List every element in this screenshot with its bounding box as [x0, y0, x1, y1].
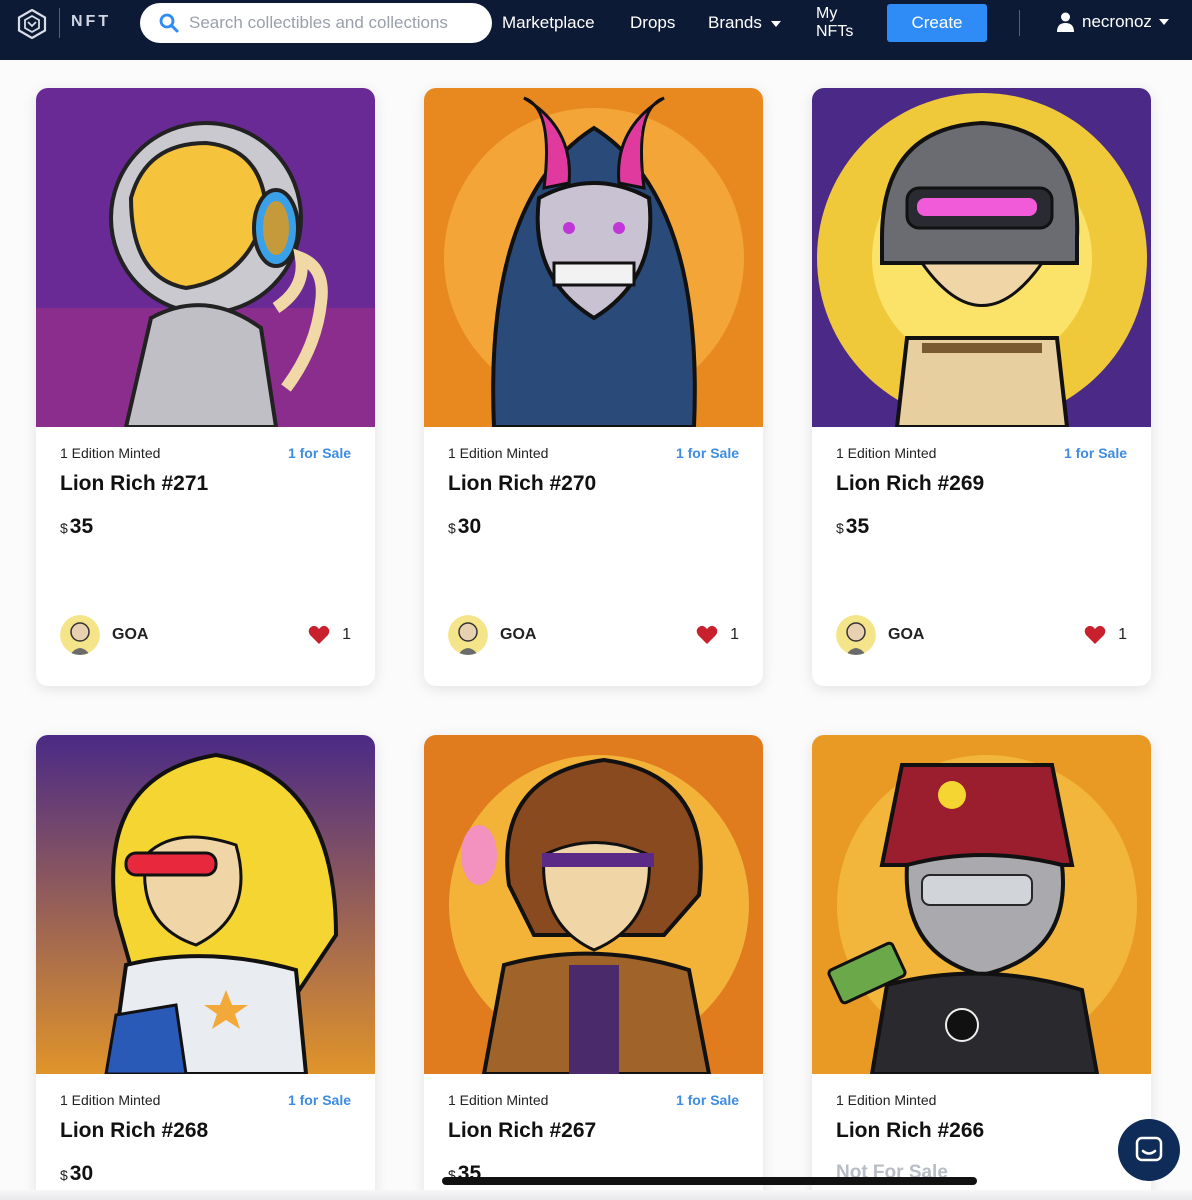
page-bottom-edge: [0, 1190, 1192, 1200]
edition-count: 1 Edition Minted: [60, 445, 161, 461]
like-button[interactable]: 1: [1084, 625, 1127, 645]
like-count: 1: [1118, 626, 1127, 643]
nav-divider: [1019, 10, 1020, 36]
edition-count: 1 Edition Minted: [836, 1092, 937, 1108]
nft-card[interactable]: 1 Edition Minted 1 for Sale Lion Rich #2…: [424, 88, 763, 686]
user-menu[interactable]: necronoz: [1057, 12, 1169, 32]
creator-avatar: [448, 615, 488, 655]
username-label: necronoz: [1082, 12, 1152, 31]
price-amount: 30: [69, 1162, 94, 1185]
nft-artwork-gambit-lion[interactable]: [424, 735, 763, 1074]
price-amount: 35: [69, 515, 94, 538]
for-sale-count: 1 for Sale: [287, 1092, 351, 1108]
nft-card[interactable]: 1 Edition Minted Lion Rich #266 Not For …: [812, 735, 1151, 1200]
logo-divider: [59, 8, 60, 38]
nft-card[interactable]: 1 Edition Minted 1 for Sale Lion Rich #2…: [36, 735, 375, 1200]
home-indicator-bar[interactable]: [442, 1177, 977, 1185]
price-amount: 35: [845, 515, 870, 538]
heart-icon: [1084, 625, 1106, 644]
nft-price: $30: [60, 1162, 93, 1186]
creator[interactable]: GOA: [836, 615, 924, 655]
for-sale-count: 1 for Sale: [1063, 445, 1127, 461]
currency-symbol: $: [448, 520, 456, 536]
crypto-com-logo-icon[interactable]: [17, 9, 47, 39]
edition-count: 1 Edition Minted: [60, 1092, 161, 1108]
nft-price: $35: [60, 515, 93, 539]
nft-title[interactable]: Lion Rich #271: [60, 472, 208, 496]
edition-count: 1 Edition Minted: [836, 445, 937, 461]
like-button[interactable]: 1: [308, 625, 351, 645]
price-amount: 30: [457, 515, 482, 538]
user-icon: [1057, 12, 1074, 32]
heart-icon: [308, 625, 330, 644]
nav-my-nfts-line1: My: [816, 5, 838, 22]
chevron-down-icon: [770, 20, 781, 27]
nav-drops[interactable]: Drops: [630, 13, 675, 33]
nft-title[interactable]: Lion Rich #268: [60, 1119, 208, 1143]
like-count: 1: [342, 626, 351, 643]
creator[interactable]: GOA: [448, 615, 536, 655]
create-button[interactable]: Create: [887, 4, 987, 42]
currency-symbol: $: [60, 520, 68, 536]
search-input[interactable]: [189, 9, 479, 37]
chat-support-button[interactable]: [1118, 1119, 1180, 1181]
nav-brands-label: Brands: [708, 13, 762, 32]
chat-icon: [1135, 1136, 1163, 1162]
nft-price: $35: [836, 515, 869, 539]
creator-avatar: [60, 615, 100, 655]
creator-name: GOA: [500, 626, 537, 643]
creator-name: GOA: [112, 626, 149, 643]
nft-artwork-cyber-helmet-lion[interactable]: [812, 88, 1151, 427]
nft-title[interactable]: Lion Rich #269: [836, 472, 984, 496]
for-sale-count: 1 for Sale: [675, 445, 739, 461]
nft-title[interactable]: Lion Rich #267: [448, 1119, 596, 1143]
nft-artwork-oni-lion[interactable]: [424, 88, 763, 427]
brand-nft-label[interactable]: NFT: [71, 13, 111, 31]
edition-count: 1 Edition Minted: [448, 445, 549, 461]
top-navbar: NFT Marketplace Drops Brands My NFTs Cre…: [0, 0, 1192, 60]
search-bar[interactable]: [140, 3, 492, 43]
like-count: 1: [730, 626, 739, 643]
chevron-down-icon: [1158, 19, 1169, 25]
nav-my-nfts[interactable]: My NFTs: [816, 5, 866, 41]
for-sale-count: 1 for Sale: [675, 1092, 739, 1108]
nav-brands[interactable]: Brands: [708, 13, 781, 33]
nft-title[interactable]: Lion Rich #270: [448, 472, 596, 496]
nft-artwork-blonde-lion[interactable]: [36, 735, 375, 1074]
nft-card[interactable]: 1 Edition Minted 1 for Sale Lion Rich #2…: [424, 735, 763, 1200]
heart-icon: [696, 625, 718, 644]
search-icon: [159, 13, 179, 33]
edition-count: 1 Edition Minted: [448, 1092, 549, 1108]
creator-avatar: [836, 615, 876, 655]
nft-title[interactable]: Lion Rich #266: [836, 1119, 984, 1143]
nav-marketplace[interactable]: Marketplace: [502, 13, 595, 33]
like-button[interactable]: 1: [696, 625, 739, 645]
creator[interactable]: GOA: [60, 615, 148, 655]
nft-artwork-astronaut-lion[interactable]: [36, 88, 375, 427]
currency-symbol: $: [60, 1167, 68, 1183]
nft-price: $30: [448, 515, 481, 539]
nft-card[interactable]: 1 Edition Minted 1 for Sale Lion Rich #2…: [812, 88, 1151, 686]
currency-symbol: $: [836, 520, 844, 536]
nft-artwork-fez-lion[interactable]: [812, 735, 1151, 1074]
nav-my-nfts-line2: NFTs: [816, 23, 854, 40]
creator-name: GOA: [888, 626, 925, 643]
for-sale-count: 1 for Sale: [287, 445, 351, 461]
nft-card[interactable]: 1 Edition Minted 1 for Sale Lion Rich #2…: [36, 88, 375, 686]
